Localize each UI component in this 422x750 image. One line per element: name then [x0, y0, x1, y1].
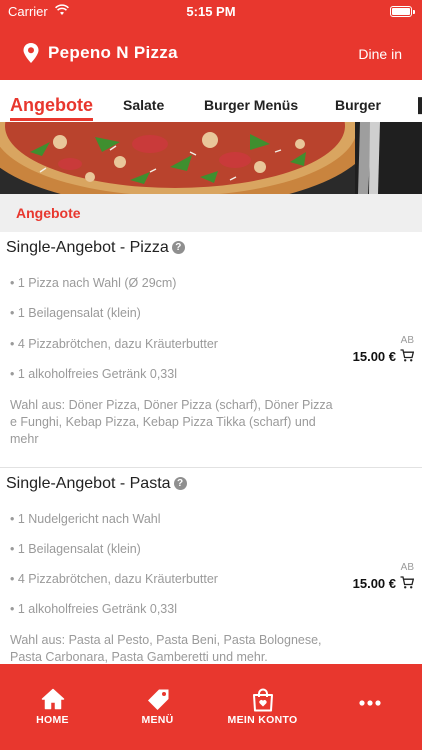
item-price: 15.00 € — [352, 349, 396, 364]
cart-icon[interactable] — [400, 576, 414, 589]
item-bullet: • 1 Beilagensalat (klein) — [10, 542, 141, 556]
nav-home-label: HOME — [36, 714, 69, 726]
section-title: Angebote — [16, 205, 81, 221]
item-price: 15.00 € — [352, 576, 396, 591]
item-bullet: • 1 Beilagensalat (klein) — [10, 306, 141, 320]
bottom-nav: HOME MENÜ MEIN KONTO — [0, 664, 422, 750]
help-icon[interactable]: ? — [173, 477, 187, 490]
app-header: Pepeno N Pizza Dine in — [0, 24, 422, 80]
tab-angebote[interactable]: Angebote — [10, 88, 93, 122]
more-icon — [358, 700, 381, 706]
clock: 5:15 PM — [186, 4, 236, 19]
nav-menu[interactable]: MENÜ — [105, 664, 210, 750]
item-bullet: • 1 alkoholfreies Getränk 0,33l — [10, 602, 177, 616]
tab-salate[interactable]: Salate — [123, 88, 164, 122]
item-description: Wahl aus: Döner Pizza, Döner Pizza (scha… — [10, 398, 333, 446]
tab-next-partial[interactable]: ▌ — [418, 88, 422, 122]
home-icon — [41, 688, 64, 710]
menu-item[interactable]: Single-Angebot - Pasta? • 1 Nudelgericht… — [0, 468, 422, 664]
tab-burger-menus[interactable]: Burger Menüs — [204, 88, 298, 122]
item-bullet: • 4 Pizzabrötchen, dazu Kräuterbutter — [10, 337, 218, 351]
item-name: Single-Angebot - Pasta? — [6, 475, 187, 493]
menu-item[interactable]: Single-Angebot - Pizza? • 1 Pizza nach W… — [0, 232, 422, 468]
item-bullet: • 4 Pizzabrötchen, dazu Kräuterbutter — [10, 572, 218, 586]
shopping-bag-icon — [252, 688, 273, 712]
item-description: Wahl aus: Pasta al Pesto, Pasta Beni, Pa… — [10, 633, 322, 664]
price-prefix: AB — [400, 335, 414, 346]
nav-home[interactable]: HOME — [0, 664, 105, 750]
item-name: Single-Angebot - Pizza? — [6, 239, 185, 257]
nav-menu-label: MENÜ — [141, 714, 174, 726]
item-bullet: • 1 Pizza nach Wahl (Ø 29cm) — [10, 276, 177, 290]
tag-icon — [147, 689, 168, 710]
nav-more[interactable] — [317, 664, 422, 750]
item-bullet: • 1 Nudelgericht nach Wahl — [10, 512, 161, 526]
price-prefix: AB — [400, 562, 414, 573]
category-tabs: Angebote Salate Burger Menüs Burger ▌ — [0, 88, 422, 122]
tab-burger[interactable]: Burger — [335, 88, 381, 122]
location-pin-icon[interactable] — [22, 42, 40, 64]
help-icon[interactable]: ? — [171, 241, 185, 254]
restaurant-name[interactable]: Pepeno N Pizza — [48, 43, 178, 63]
item-bullet: • 1 alkoholfreies Getränk 0,33l — [10, 367, 177, 381]
cart-icon[interactable] — [400, 349, 414, 362]
battery-icon — [390, 6, 415, 17]
category-banner-image — [0, 122, 422, 194]
nav-account[interactable]: MEIN KONTO — [210, 664, 315, 750]
status-bar: Carrier 5:15 PM — [0, 0, 422, 24]
section-header: Angebote — [0, 194, 422, 232]
dine-mode-toggle[interactable]: Dine in — [358, 46, 402, 62]
nav-account-label: MEIN KONTO — [227, 714, 298, 726]
